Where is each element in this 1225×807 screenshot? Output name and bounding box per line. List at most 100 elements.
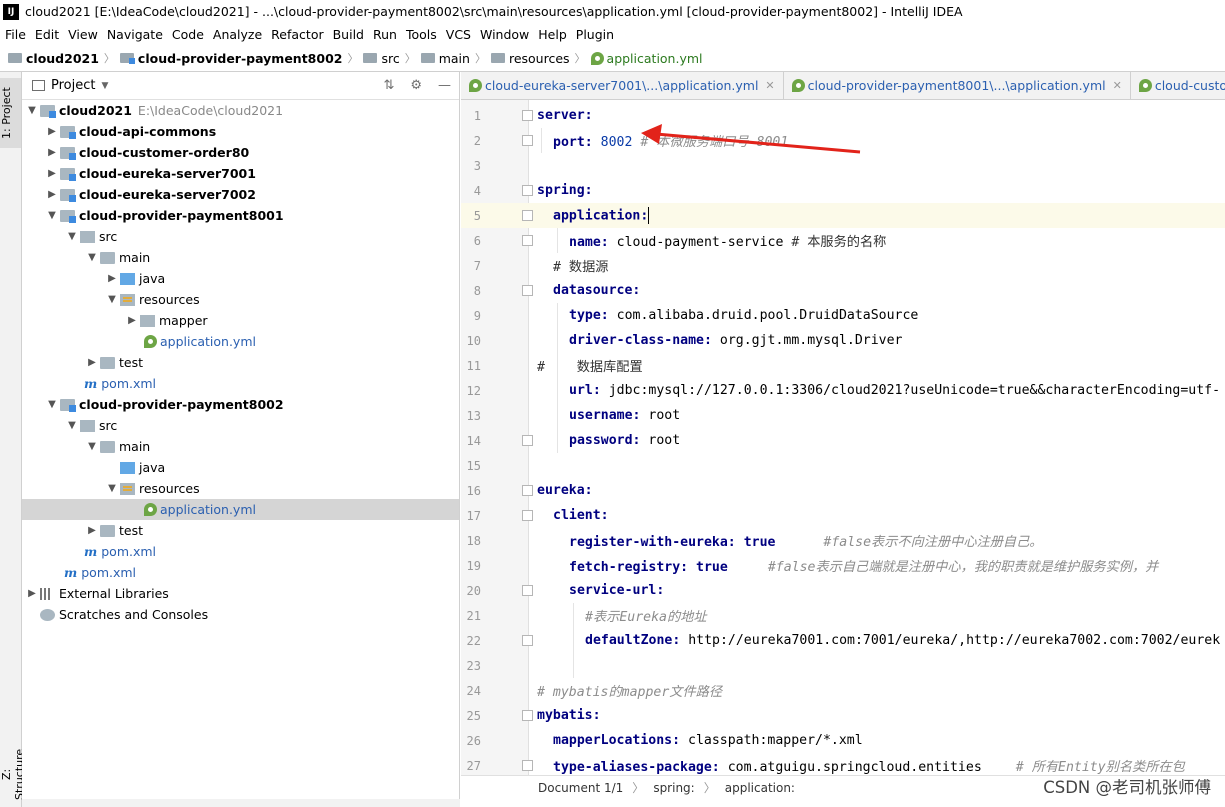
menu-navigate[interactable]: Navigate: [102, 27, 167, 42]
collapse-all-icon[interactable]: ⇅: [383, 78, 394, 93]
breadcrumb-resources[interactable]: resources: [490, 51, 570, 66]
fold-marker-icon[interactable]: [522, 435, 533, 446]
tree-item-module[interactable]: ▶ cloud-eureka-server7001: [22, 163, 459, 184]
tree-item-module[interactable]: ▶ cloud-api-commons: [22, 121, 459, 142]
chevron-down-icon[interactable]: ▼: [64, 420, 80, 431]
menu-tools[interactable]: Tools: [401, 27, 441, 42]
chevron-down-icon[interactable]: ▼: [84, 441, 100, 452]
menu-view[interactable]: View: [63, 27, 102, 42]
code-line: 9 type: com.alibaba.druid.pool.DruidDataS…: [473, 308, 919, 323]
structure-tool-tab[interactable]: Z: Structure: [0, 742, 26, 807]
tree-item-module[interactable]: ▶ cloud-eureka-server7002: [22, 184, 459, 205]
fold-marker-icon[interactable]: [522, 760, 533, 771]
chevron-right-icon: 〉: [703, 781, 716, 795]
code-area[interactable]: 1 server: 2 port: 8002 # 本微服务端口号 8001 3 4s…: [461, 103, 1225, 778]
menu-edit[interactable]: Edit: [30, 27, 63, 42]
chevron-right-icon[interactable]: ▶: [44, 147, 60, 158]
tree-item-file[interactable]: m pom.xml: [22, 562, 459, 583]
tree-item-file[interactable]: m pom.xml: [22, 373, 459, 394]
tree-item-folder[interactable]: ▼ main: [22, 436, 459, 457]
fold-marker-icon[interactable]: [522, 710, 533, 721]
tree-item-module[interactable]: ▼ cloud-provider-payment8002: [22, 394, 459, 415]
menu-plugin[interactable]: Plugin: [571, 27, 618, 42]
breadcrumb-src[interactable]: src: [363, 51, 400, 66]
project-tool-tab[interactable]: 1: Project: [0, 78, 21, 148]
menu-file[interactable]: File: [0, 27, 30, 42]
chevron-down-icon[interactable]: ▼: [104, 294, 120, 305]
breadcrumb-main[interactable]: main: [420, 51, 470, 66]
fold-marker-icon[interactable]: [522, 135, 533, 146]
tree-item-scratches[interactable]: Scratches and Consoles: [22, 604, 459, 625]
chevron-right-icon[interactable]: ▶: [44, 168, 60, 179]
chevron-down-icon[interactable]: ▼: [101, 81, 108, 91]
chevron-right-icon[interactable]: ▶: [44, 189, 60, 200]
fold-marker-icon[interactable]: [522, 585, 533, 596]
fold-marker-icon[interactable]: [522, 110, 533, 121]
code-line: 23: [466, 658, 481, 673]
fold-marker-icon[interactable]: [522, 235, 533, 246]
chevron-down-icon[interactable]: ▼: [44, 210, 60, 221]
menu-window[interactable]: Window: [475, 27, 533, 42]
folder-icon: [363, 53, 378, 63]
tree-item-folder[interactable]: ▶ mapper: [22, 310, 459, 331]
fold-marker-icon[interactable]: [522, 210, 533, 221]
fold-marker-icon[interactable]: [522, 635, 533, 646]
chevron-right-icon[interactable]: ▶: [124, 315, 140, 326]
tree-item-folder[interactable]: ▼ main: [22, 247, 459, 268]
fold-marker-icon[interactable]: [522, 485, 533, 496]
gear-icon[interactable]: ⚙: [410, 78, 422, 93]
tree-item-folder[interactable]: ▶ test: [22, 352, 459, 373]
breadcrumb-module[interactable]: cloud-provider-payment8002: [119, 51, 342, 66]
chevron-right-icon[interactable]: ▶: [44, 126, 60, 137]
code-line: 15: [466, 458, 481, 473]
chevron-right-icon[interactable]: ▶: [24, 588, 40, 599]
tab-eureka-7001-yml[interactable]: cloud-eureka-server7001\...\application.…: [461, 72, 784, 99]
tree-item-folder[interactable]: java: [22, 457, 459, 478]
tree-item-file[interactable]: application.yml: [22, 331, 459, 352]
chevron-right-icon[interactable]: ▶: [104, 273, 120, 284]
tree-item-folder[interactable]: ▼ src: [22, 415, 459, 436]
tree-item-root[interactable]: ▼ cloud2021 E:\IdeaCode\cloud2021: [22, 100, 459, 121]
menu-run[interactable]: Run: [368, 27, 401, 42]
tree-item-folder[interactable]: ▼ resources: [22, 289, 459, 310]
chevron-down-icon[interactable]: ▼: [44, 399, 60, 410]
window-title: cloud2021 [E:\IdeaCode\cloud2021] - ...\…: [25, 4, 963, 19]
chevron-down-icon[interactable]: ▼: [84, 252, 100, 263]
close-icon[interactable]: ✕: [765, 79, 774, 92]
chevron-down-icon[interactable]: ▼: [64, 231, 80, 242]
folder-icon: [420, 53, 435, 63]
fold-marker-icon[interactable]: [522, 185, 533, 196]
chevron-right-icon[interactable]: ▶: [84, 357, 100, 368]
menu-build[interactable]: Build: [328, 27, 368, 42]
tree-item-folder[interactable]: ▶ java: [22, 268, 459, 289]
menu-code[interactable]: Code: [167, 27, 208, 42]
tab-customer-order80-yml[interactable]: cloud-customer-order80\...\application.y…: [1131, 72, 1225, 99]
menu-refactor[interactable]: Refactor: [266, 27, 327, 42]
tree-item-module[interactable]: ▼ cloud-provider-payment8001: [22, 205, 459, 226]
tab-payment-8001-yml[interactable]: cloud-provider-payment8001\...\applicati…: [784, 72, 1131, 99]
tree-item-file-selected[interactable]: application.yml: [22, 499, 459, 520]
yaml-path-spring[interactable]: spring:: [653, 781, 694, 795]
tree-item-folder[interactable]: ▶ test: [22, 520, 459, 541]
tree-item-module[interactable]: ▶ cloud-customer-order80: [22, 142, 459, 163]
close-icon[interactable]: ✕: [1113, 79, 1122, 92]
yaml-path-application[interactable]: application:: [725, 781, 795, 795]
chevron-down-icon[interactable]: ▼: [104, 483, 120, 494]
folder-icon: [140, 314, 155, 327]
menu-help[interactable]: Help: [533, 27, 571, 42]
tree-item-folder[interactable]: ▼ resources: [22, 478, 459, 499]
breadcrumb-file[interactable]: application.yml: [590, 51, 703, 66]
menu-vcs[interactable]: VCS: [441, 27, 475, 42]
tree-item-libraries[interactable]: ▶ External Libraries: [22, 583, 459, 604]
fold-marker-icon[interactable]: [522, 285, 533, 296]
document-indicator[interactable]: Document 1/1: [538, 781, 623, 795]
fold-marker-icon[interactable]: [522, 510, 533, 521]
menu-analyze[interactable]: Analyze: [208, 27, 266, 42]
chevron-right-icon[interactable]: ▶: [84, 525, 100, 536]
project-panel-title[interactable]: Project: [51, 78, 95, 93]
minimize-icon[interactable]: —: [438, 78, 451, 93]
chevron-down-icon[interactable]: ▼: [24, 105, 40, 116]
tree-item-file[interactable]: m pom.xml: [22, 541, 459, 562]
tree-item-folder[interactable]: ▼ src: [22, 226, 459, 247]
breadcrumb-cloud2021[interactable]: cloud2021: [8, 51, 99, 66]
